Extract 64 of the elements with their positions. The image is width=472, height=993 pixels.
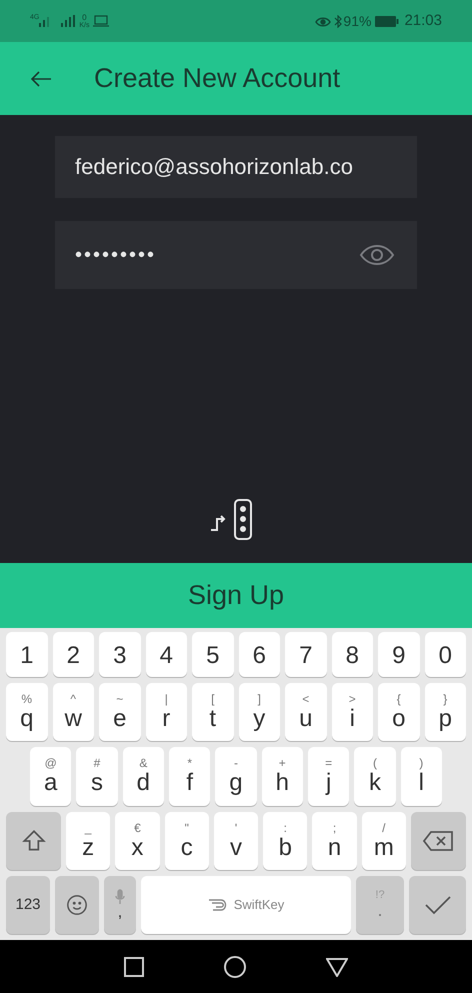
bluetooth-icon: [334, 14, 342, 28]
speed-value: 0: [82, 14, 87, 22]
keyboard-key[interactable]: } p: [424, 683, 466, 742]
space-key[interactable]: SwiftKey: [141, 876, 351, 934]
smiley-icon: [66, 894, 88, 916]
home-icon[interactable]: [224, 956, 246, 978]
keyboard-key[interactable]: 4: [146, 632, 187, 677]
eye-icon: [315, 15, 332, 27]
battery-icon: [375, 16, 400, 26]
password-field[interactable]: •••••••••: [55, 221, 417, 289]
keyboard-key[interactable]: < u: [285, 683, 326, 742]
eye-icon[interactable]: [359, 243, 395, 267]
keyboard-key[interactable]: ) l: [400, 747, 442, 806]
battery-percent: 91%: [343, 12, 372, 30]
keyboard-key[interactable]: 8: [332, 632, 373, 677]
keyboard-key[interactable]: ( k: [354, 747, 396, 806]
recents-icon[interactable]: [124, 956, 144, 976]
keyboard-key[interactable]: ' v: [214, 812, 258, 870]
keyboard-key[interactable]: 3: [99, 632, 140, 677]
page-title: Create New Account: [94, 62, 340, 96]
shift-key[interactable]: [6, 812, 61, 870]
keyboard-key[interactable]: / m: [362, 812, 406, 870]
keyboard-key[interactable]: 5: [192, 632, 234, 677]
comma-key[interactable]: ,: [104, 876, 136, 934]
email-field[interactable]: federico@assohorizonlab.co: [55, 136, 417, 198]
microphone-icon: [115, 888, 125, 905]
keyboard-key[interactable]: ^ w: [52, 683, 94, 742]
laptop-icon: [93, 15, 110, 27]
keyboard-key[interactable]: * f: [168, 747, 210, 806]
keyboard-key[interactable]: % q: [6, 683, 48, 742]
keyboard-key[interactable]: 1: [6, 632, 48, 677]
backspace-key[interactable]: [410, 812, 466, 870]
keyboard-key[interactable]: & d: [122, 747, 164, 806]
signal-icon: [61, 15, 76, 27]
back-arrow-icon: [30, 70, 52, 86]
keyboard-key[interactable]: | r: [146, 683, 187, 742]
keyboard-key[interactable]: 9: [378, 632, 420, 677]
keyboard-key[interactable]: [ t: [192, 683, 234, 742]
keyboard-key[interactable]: @ a: [30, 747, 72, 806]
emoji-key[interactable]: [55, 876, 99, 934]
symbols-key[interactable]: 123: [6, 876, 50, 934]
keyboard-key[interactable]: > i: [332, 683, 373, 742]
keyboard-key[interactable]: ; n: [312, 812, 357, 870]
keyboard-key[interactable]: : b: [263, 812, 308, 870]
keyboard-key[interactable]: _ z: [66, 812, 110, 870]
device-wiring-icon[interactable]: [209, 497, 255, 543]
keyboard-key[interactable]: 2: [52, 632, 94, 677]
keyboard-key[interactable]: # s: [76, 747, 118, 806]
keyboard-key[interactable]: - g: [215, 747, 257, 806]
sign-up-button[interactable]: Sign Up: [0, 563, 472, 628]
keyboard-key[interactable]: + h: [262, 747, 303, 806]
keyboard-key[interactable]: { o: [378, 683, 420, 742]
keyboard-key[interactable]: € x: [115, 812, 160, 870]
backspace-icon: [422, 830, 454, 852]
keyboard-key[interactable]: " c: [164, 812, 209, 870]
keyboard-key[interactable]: 6: [238, 632, 280, 677]
keyboard-key[interactable]: ] y: [238, 683, 280, 742]
clock: 21:03: [404, 10, 442, 31]
back-icon[interactable]: [326, 956, 348, 976]
keyboard-key[interactable]: ~ e: [99, 683, 140, 742]
keyboard-key[interactable]: = j: [308, 747, 350, 806]
keyboard-key[interactable]: 0: [424, 632, 466, 677]
keyboard-key[interactable]: 7: [285, 632, 326, 677]
checkmark-icon: [424, 894, 452, 916]
